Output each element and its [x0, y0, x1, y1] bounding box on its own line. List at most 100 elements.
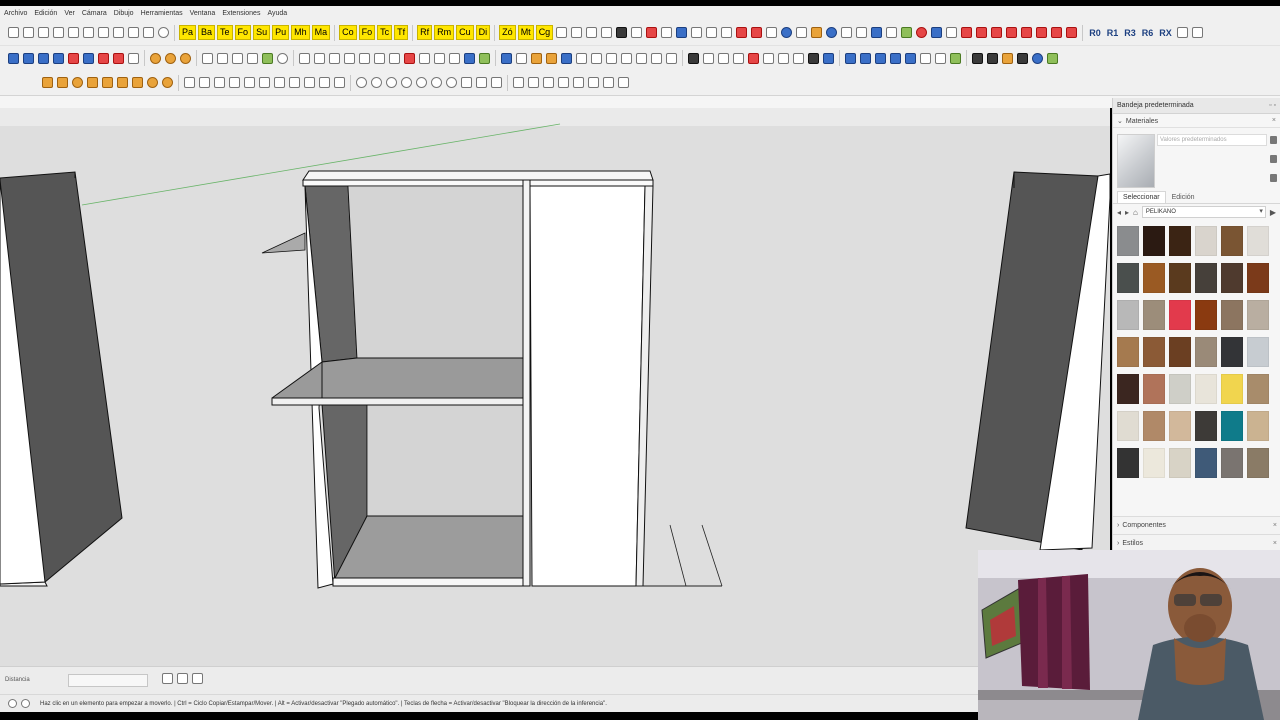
material-swatch[interactable] — [1195, 448, 1217, 478]
create-material-icon[interactable] — [1270, 174, 1277, 182]
print-icon[interactable] — [143, 27, 154, 38]
gear-green-icon[interactable] — [479, 52, 490, 64]
edge-e-icon[interactable] — [905, 52, 916, 64]
box-f-icon[interactable] — [606, 52, 617, 64]
list-icon[interactable] — [464, 52, 475, 64]
shape-a-icon[interactable] — [244, 77, 255, 88]
pie-icon[interactable] — [117, 77, 128, 88]
tool-label-tf[interactable]: Tf — [394, 25, 409, 40]
align-icon[interactable] — [83, 52, 94, 64]
material-swatch[interactable] — [1221, 300, 1243, 330]
cabinet-c-icon[interactable] — [1002, 52, 1013, 64]
material-swatch[interactable] — [1169, 374, 1191, 404]
box-d-icon[interactable] — [576, 52, 587, 64]
cut-icon[interactable] — [53, 27, 64, 38]
tool-label-fo[interactable]: Fo — [234, 25, 252, 40]
material-swatch[interactable] — [1221, 263, 1243, 293]
box-h-icon[interactable] — [636, 52, 647, 64]
zoom-extents-icon[interactable] — [446, 77, 457, 88]
next-view-icon[interactable] — [476, 77, 487, 88]
tool-label-cu[interactable]: Cu — [456, 25, 474, 40]
menu-herramientas[interactable]: Herramientas — [141, 10, 183, 17]
rotate-r1[interactable]: R1 — [1107, 28, 1119, 38]
flip-icon[interactable] — [68, 52, 79, 64]
orbit-icon[interactable] — [661, 27, 673, 38]
rotate-view-icon[interactable] — [162, 673, 173, 684]
material-swatch[interactable] — [1117, 226, 1139, 256]
tool-label-rm[interactable]: Rm — [434, 25, 455, 40]
frame-g-icon[interactable] — [793, 52, 804, 64]
box-g-icon[interactable] — [621, 52, 632, 64]
frame-icon[interactable] — [703, 52, 714, 64]
material-swatch[interactable] — [1195, 300, 1217, 330]
drawer-c-icon[interactable] — [449, 52, 460, 64]
library-select[interactable]: PELIKANO — [1141, 206, 1266, 218]
door-a-icon[interactable] — [299, 52, 310, 64]
menu-extensiones[interactable]: Extensiones — [222, 10, 260, 17]
style-g-icon[interactable] — [603, 77, 614, 88]
menu-archivo[interactable]: Archivo — [4, 10, 27, 17]
views-icon[interactable] — [961, 27, 973, 38]
dimension-icon[interactable] — [571, 27, 583, 38]
left-view-icon[interactable] — [1021, 27, 1033, 38]
rotate-rx[interactable]: RX — [1159, 28, 1172, 38]
spiral-icon[interactable] — [147, 77, 158, 88]
tab-edicion[interactable]: Edición — [1166, 191, 1201, 203]
terrain-icon[interactable] — [901, 27, 913, 38]
copy-icon[interactable] — [68, 27, 79, 38]
panel-b-icon[interactable] — [217, 52, 228, 64]
view-icon[interactable] — [946, 27, 958, 38]
standard-view-icon[interactable] — [491, 77, 502, 88]
material-name-field[interactable]: Valores predeterminados — [1157, 134, 1267, 146]
shape-e-icon[interactable] — [304, 77, 315, 88]
cabinet-b-icon[interactable] — [987, 52, 998, 64]
globe-icon[interactable] — [180, 52, 191, 64]
menu-ayuda[interactable]: Ayuda — [267, 10, 287, 17]
material-swatch[interactable] — [1195, 337, 1217, 367]
material-swatch[interactable] — [1143, 300, 1165, 330]
model-info-icon[interactable] — [158, 27, 169, 38]
menu-ventana[interactable]: Ventana — [190, 10, 216, 17]
material-swatch[interactable] — [1247, 374, 1269, 404]
tool-label-fo2[interactable]: Fo — [358, 25, 376, 40]
arrows-icon[interactable] — [751, 27, 763, 38]
ruler-icon[interactable] — [766, 27, 778, 38]
close-components-icon[interactable]: × — [1273, 522, 1277, 529]
material-swatch[interactable] — [1143, 337, 1165, 367]
material-swatch[interactable] — [1221, 448, 1243, 478]
redo-icon[interactable] — [128, 27, 139, 38]
house-icon[interactable] — [229, 77, 240, 88]
material-swatch[interactable] — [1247, 300, 1269, 330]
material-swatch[interactable] — [1117, 411, 1139, 441]
close-styles-icon[interactable]: × — [1273, 540, 1277, 547]
undo-icon[interactable] — [113, 27, 124, 38]
sun-icon[interactable] — [162, 77, 173, 88]
material-swatch[interactable] — [1247, 411, 1269, 441]
edge-a-icon[interactable] — [845, 52, 856, 64]
rotate-r3[interactable]: R3 — [1124, 28, 1136, 38]
save-icon[interactable] — [38, 27, 49, 38]
tool-label-zo[interactable]: Zó — [499, 25, 516, 40]
style-e-icon[interactable] — [573, 77, 584, 88]
materials-header[interactable]: ⌄ Materiales × — [1113, 114, 1280, 128]
offset-icon[interactable] — [516, 52, 527, 64]
material-swatch[interactable] — [1169, 300, 1191, 330]
back-arrow-icon[interactable]: ◂ — [1117, 208, 1121, 217]
frame-e-icon[interactable] — [763, 52, 774, 64]
tool-label-di[interactable]: Di — [475, 25, 491, 40]
orbit-b-icon[interactable] — [371, 77, 382, 88]
edge-g-icon[interactable] — [935, 52, 946, 64]
info-icon[interactable] — [8, 699, 17, 708]
zoom-window-icon[interactable] — [721, 27, 733, 38]
tool-label-cg[interactable]: Cg — [535, 25, 554, 40]
box-iso-icon[interactable] — [199, 77, 210, 88]
cabinet-d-icon[interactable] — [1017, 52, 1028, 64]
camera-icon[interactable] — [676, 27, 688, 38]
material-swatch[interactable] — [1117, 374, 1139, 404]
menu-camara[interactable]: Cámara — [82, 10, 107, 17]
menu-edicion[interactable]: Edición — [34, 10, 57, 17]
material-swatch[interactable] — [1117, 448, 1139, 478]
material-swatch[interactable] — [1247, 263, 1269, 293]
cabinet-f-icon[interactable] — [1047, 52, 1058, 64]
frame-b-icon[interactable] — [718, 52, 729, 64]
